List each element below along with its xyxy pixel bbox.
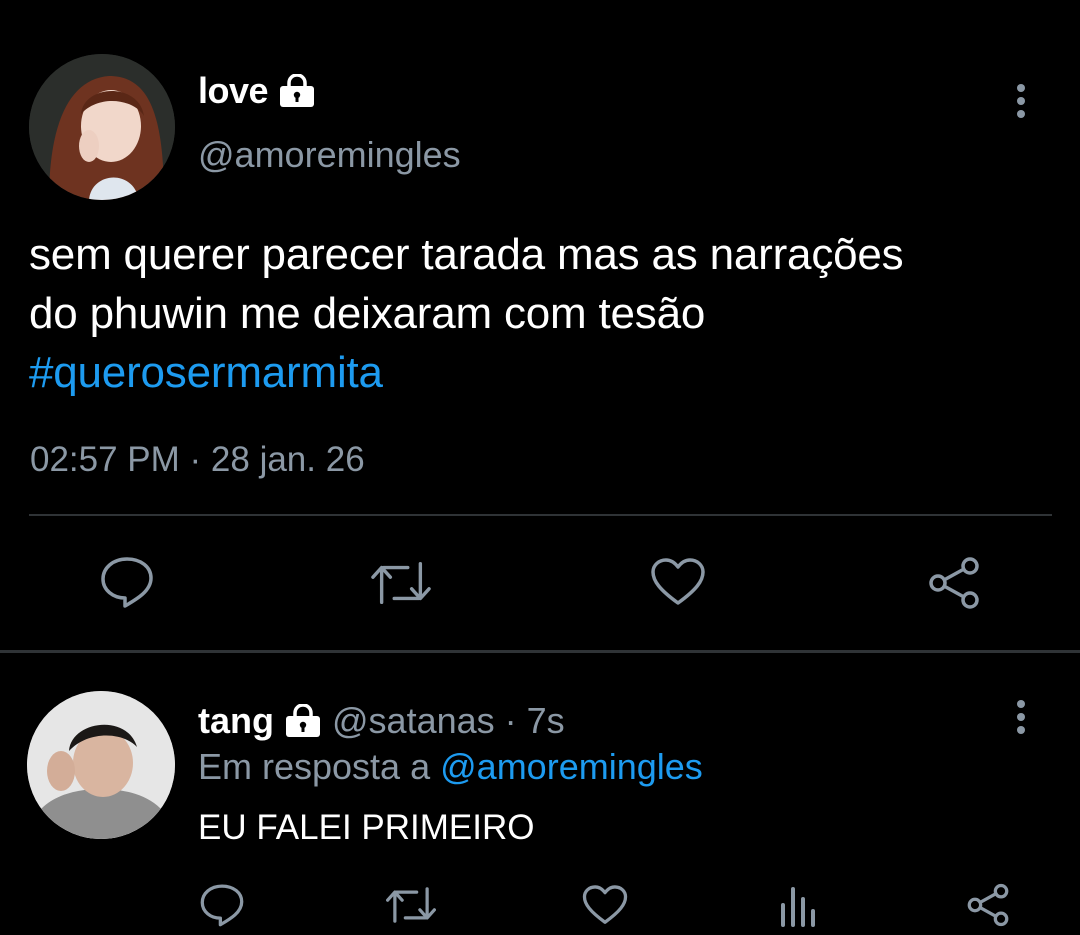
- tweet-separator: [0, 650, 1080, 653]
- retweet-icon: [386, 887, 436, 923]
- like-button[interactable]: [575, 875, 635, 935]
- more-options-button[interactable]: [1001, 76, 1041, 126]
- reply-prefix: Em resposta a: [198, 746, 431, 787]
- more-vertical-icon: [1017, 700, 1025, 734]
- avatar-photo: [29, 54, 175, 200]
- retweet-button[interactable]: [381, 875, 441, 935]
- reply-context: Em resposta a @amoremingles: [198, 746, 703, 788]
- share-button[interactable]: [958, 875, 1018, 935]
- hashtag-link[interactable]: #querosermarmita: [29, 343, 1059, 402]
- more-options-button[interactable]: [1001, 692, 1041, 742]
- tweet-text-line: sem querer parecer tarada mas as narraçõ…: [29, 230, 904, 279]
- display-name[interactable]: love: [198, 70, 316, 112]
- reply-button[interactable]: [192, 875, 252, 935]
- avatar[interactable]: [29, 54, 175, 200]
- avatar-photo: [27, 691, 175, 839]
- handle[interactable]: @amoremingles: [198, 134, 461, 176]
- lock-icon: [278, 74, 316, 108]
- more-vertical-icon: [1017, 84, 1025, 118]
- timestamp[interactable]: 02:57 PM · 28 jan. 26: [30, 440, 365, 480]
- relative-time: 7s: [526, 700, 565, 741]
- share-icon: [967, 883, 1009, 927]
- analytics-icon: [781, 887, 815, 927]
- like-icon: [651, 558, 705, 605]
- reply-text: EU FALEI PRIMEIRO: [198, 808, 535, 847]
- time-separator: ·: [504, 700, 517, 741]
- tweet-text: sem querer parecer tarada mas as narraçõ…: [29, 225, 1059, 402]
- reply-button[interactable]: [97, 552, 157, 612]
- like-button[interactable]: [648, 552, 708, 612]
- divider: [29, 514, 1052, 516]
- like-icon: [582, 885, 628, 924]
- reply-icon: [200, 884, 244, 927]
- analytics-button[interactable]: [767, 875, 827, 935]
- handle[interactable]: @satanas: [332, 700, 495, 742]
- tweet-text-line: do phuwin me deixaram com tesão: [29, 289, 706, 338]
- retweet-icon: [371, 561, 431, 605]
- share-button[interactable]: [924, 553, 984, 613]
- reply-mention-link[interactable]: @amoremingles: [440, 746, 703, 787]
- reply-icon: [101, 557, 153, 608]
- retweet-button[interactable]: [371, 553, 431, 613]
- reply-header: tang @satanas · 7s: [198, 700, 565, 742]
- share-icon: [929, 557, 979, 609]
- display-name[interactable]: tang: [198, 700, 274, 742]
- display-name-text: love: [198, 70, 269, 111]
- lock-icon: [284, 704, 322, 738]
- main-tweet: love @amoremingles sem querer parecer ta…: [0, 0, 1080, 652]
- avatar[interactable]: [27, 691, 175, 839]
